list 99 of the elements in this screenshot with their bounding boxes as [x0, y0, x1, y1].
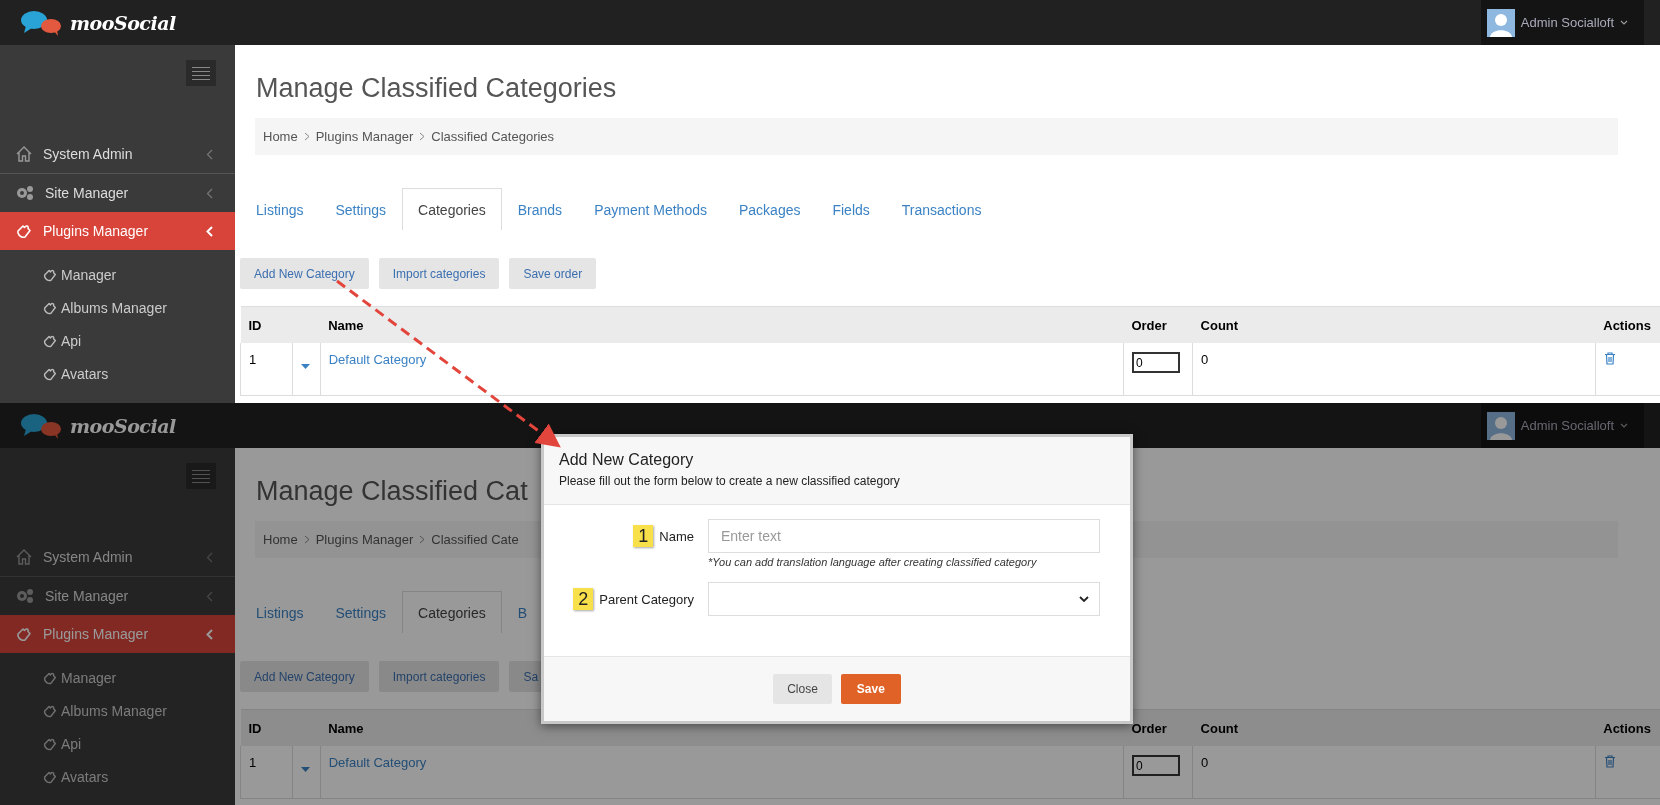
user-menu[interactable]: Admin Socialloft [1480, 0, 1644, 45]
puzzle-icon [15, 625, 33, 643]
step-badge: 1 [633, 525, 654, 547]
chevron-left-icon [206, 551, 213, 563]
category-link[interactable]: Default Category [328, 755, 427, 770]
tab[interactable]: B [501, 591, 544, 633]
tab[interactable]: Payment Methods [578, 188, 723, 230]
action-button[interactable]: Add New Category [240, 661, 369, 692]
brand-name: mooSocial [70, 11, 176, 34]
tab[interactable]: Transactions [885, 188, 998, 230]
chevron-left-icon [206, 225, 213, 237]
field-label: Name [659, 528, 694, 544]
chevron-right-icon [419, 535, 426, 544]
menu-toggle-button[interactable] [186, 60, 216, 86]
column-header: Actions [1595, 306, 1660, 343]
breadcrumb-link[interactable]: Home [263, 532, 298, 547]
order-field[interactable]: 0 [1131, 755, 1180, 776]
save-button[interactable]: Save [840, 674, 901, 704]
chevron-down-icon [1620, 422, 1628, 429]
chevron-right-icon [419, 132, 426, 141]
step-badge: 2 [573, 588, 594, 610]
sidebar-subitem[interactable]: Manager [42, 661, 235, 694]
category-link[interactable]: Default Category [328, 352, 427, 367]
gears-icon [15, 184, 35, 202]
breadcrumb-link[interactable]: Classified Categories [431, 129, 555, 144]
table-cell: 0 [1192, 746, 1596, 799]
tab[interactable]: Listings [240, 188, 320, 230]
action-button[interactable]: Add New Category [240, 258, 369, 289]
chevron-down-icon [1620, 19, 1628, 26]
dialog-title: Add New Category [559, 451, 695, 469]
chevron-down-icon [1079, 595, 1089, 603]
column-header: Count [1192, 306, 1596, 343]
tab[interactable]: Fields [816, 188, 886, 230]
sidebar-item[interactable]: System Admin [0, 135, 235, 174]
column-header: Count [1192, 709, 1596, 746]
chevron-left-icon [206, 628, 213, 640]
tab[interactable]: Brands [501, 188, 579, 230]
column-header: ID [240, 306, 293, 343]
sidebar-subitem[interactable]: Avatars [42, 760, 235, 793]
table-cell: 1 [240, 746, 293, 799]
brand-name: mooSocial [70, 414, 176, 437]
sidebar-subitem[interactable]: Api [42, 727, 235, 760]
chevron-right-icon [303, 132, 310, 141]
breadcrumb-link[interactable]: Classified Cate [431, 532, 519, 547]
order-field[interactable]: 0 [1131, 352, 1180, 373]
puzzle-icon [15, 222, 33, 240]
dialog-subtitle: Please fill out the form below to create a new classified category [559, 474, 901, 488]
sidebar-item[interactable]: Plugins Manager [0, 615, 235, 653]
home-icon [15, 145, 33, 163]
sidebar-subitem[interactable]: Albums Manager [42, 291, 235, 324]
column-header: Name [320, 306, 1124, 343]
breadcrumb-link[interactable]: Plugins Manager [315, 532, 414, 547]
sidebar-subitem[interactable]: Avatars [42, 357, 235, 390]
sidebar-item[interactable]: Site Manager [0, 577, 235, 615]
sidebar-item[interactable]: Site Manager [0, 174, 235, 212]
speech-bubbles-icon [20, 8, 64, 37]
user-menu[interactable]: Admin Socialloft [1480, 403, 1644, 448]
tab[interactable]: Categories [402, 188, 502, 230]
page-title: Manage Classified Categories [256, 73, 617, 104]
sidebar-subitem[interactable]: Albums Manager [42, 694, 235, 727]
sidebar-item[interactable]: Plugins Manager [0, 212, 235, 250]
tab[interactable]: Listings [240, 591, 320, 633]
column-header: Order [1123, 709, 1193, 746]
home-icon [15, 548, 33, 566]
tab[interactable]: Categories [402, 591, 502, 633]
tab[interactable]: Packages [722, 188, 817, 230]
table-cell: 0 [1192, 343, 1596, 396]
chevron-left-icon [206, 148, 213, 160]
caret-down-icon [301, 364, 311, 369]
gears-icon [15, 587, 35, 605]
tab[interactable]: Settings [319, 591, 403, 633]
name-field[interactable]: Enter text [708, 519, 1100, 553]
column-header: Actions [1595, 709, 1660, 746]
action-button[interactable]: Save order [509, 258, 597, 289]
trash-icon[interactable] [1603, 352, 1616, 365]
action-button[interactable]: Import categories [378, 258, 500, 289]
chevron-right-icon [303, 535, 310, 544]
breadcrumb-link[interactable]: Plugins Manager [315, 129, 414, 144]
chevron-left-icon [206, 187, 213, 199]
speech-bubbles-icon [20, 411, 64, 440]
breadcrumb-link[interactable]: Home [263, 129, 298, 144]
menu-toggle-button[interactable] [186, 463, 216, 489]
chevron-left-icon [206, 590, 213, 602]
table-cell: 1 [240, 343, 293, 396]
column-header: ID [240, 709, 293, 746]
tab[interactable]: Settings [319, 188, 403, 230]
trash-icon[interactable] [1603, 755, 1616, 768]
action-button[interactable]: Import categories [378, 661, 500, 692]
page-title: Manage Classified Cat [256, 476, 528, 507]
avatar-icon [1486, 411, 1515, 440]
avatar-icon [1486, 8, 1515, 37]
close-button[interactable]: Close [773, 674, 832, 704]
sidebar-subitem[interactable]: Api [42, 324, 235, 357]
caret-down-icon [301, 767, 311, 772]
sidebar-subitem[interactable]: Manager [42, 258, 235, 291]
sidebar-item[interactable]: System Admin [0, 538, 235, 577]
hint-text: *You can add translation language after creating classified category [708, 556, 1038, 568]
field-label: Parent Category [599, 591, 694, 607]
column-header: Order [1123, 306, 1193, 343]
